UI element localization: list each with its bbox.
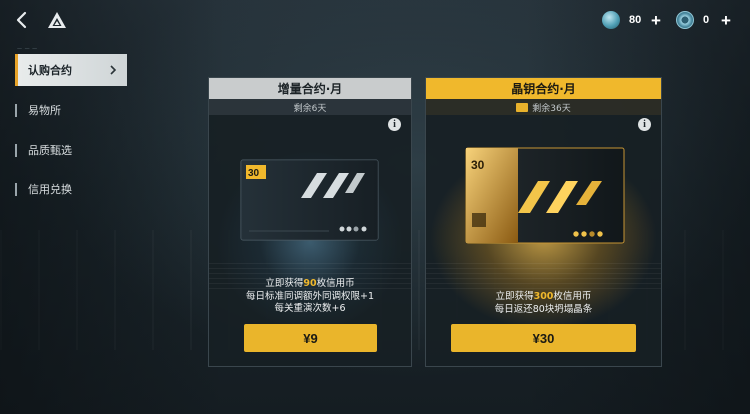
desc-suffix: 枚信用币 — [553, 291, 592, 302]
desc-amount: 90 — [303, 278, 317, 289]
desc-line-2: 每日返还80块坍塌晶条 — [494, 303, 593, 315]
card-days-number: 30 — [248, 168, 260, 179]
card-title: 晶钥合约·月 — [426, 78, 661, 99]
sidebar-item-quality-selection[interactable]: 品质甄选 — [15, 134, 127, 166]
credit-amount: 0 — [703, 14, 710, 26]
info-icon[interactable]: i — [388, 118, 401, 131]
card-remaining: 剩余6天 — [209, 99, 411, 115]
top-bar: 80 + 0 + — [0, 0, 750, 40]
home-button[interactable] — [47, 11, 67, 29]
currency-credit: 0 + — [676, 10, 731, 30]
credit-coin-icon — [676, 11, 694, 29]
card-days-number: 30 — [471, 158, 485, 172]
contract-card-increment: 增量合约·月 剩余6天 i 30 立即获得90枚信用币 每日标准同调额外同调权限… — [208, 77, 412, 367]
sidebar-item-label: 品质甄选 — [28, 144, 72, 157]
card-remaining: 剩余36天 — [532, 103, 571, 114]
sidebar-item-marker — [15, 104, 17, 117]
card-title: 增量合约·月 — [209, 78, 411, 99]
contract-badge-icon — [516, 102, 529, 112]
card-remaining-row: 剩余36天 — [426, 99, 661, 115]
desc-line-2: 每日标准同调额外同调权限+1 — [245, 290, 374, 302]
card-description: 立即获得90枚信用币 每日标准同调额外同调权限+1 每关重演次数+6 — [209, 278, 411, 316]
sidebar: 认购合约 易物所 品质甄选 信用兑换 — [15, 54, 127, 196]
desc-prefix: 立即获得 — [495, 291, 534, 302]
card-description: 立即获得300枚信用币 每日返还80块坍塌晶条 — [426, 291, 661, 316]
desc-line-3: 每关重演次数+6 — [274, 303, 346, 314]
sidebar-item-marker — [15, 144, 17, 157]
sidebar-item-marker — [15, 183, 17, 196]
currency-crystal: 80 + — [602, 10, 661, 30]
chevron-right-icon — [110, 65, 117, 75]
add-credit-button[interactable]: + — [721, 12, 731, 29]
desc-suffix: 枚信用币 — [316, 278, 355, 289]
sidebar-caption-decor: — — — — [17, 46, 38, 52]
sidebar-item-label: 易物所 — [28, 104, 61, 117]
active-indicator — [15, 54, 18, 86]
desc-amount: 300 — [533, 291, 554, 302]
back-button[interactable] — [12, 10, 32, 30]
info-icon[interactable]: i — [638, 118, 651, 131]
chevron-left-icon — [16, 11, 27, 29]
contract-card-crystal-key: 晶钥合约·月 剩余36天 i 30 立即获得300枚信用币 每日返还80块坍塌晶… — [425, 77, 662, 367]
desc-line-1: 立即获得90枚信用币 — [209, 278, 411, 291]
sidebar-item-label: 信用兑换 — [28, 183, 72, 196]
sidebar-item-label: 认购合约 — [28, 64, 72, 77]
sidebar-item-barter-shop[interactable]: 易物所 — [15, 94, 127, 126]
sidebar-item-credit-exchange[interactable]: 信用兑换 — [15, 173, 127, 205]
triangle-logo-icon — [48, 12, 66, 28]
crystal-coin-icon — [602, 11, 620, 29]
desc-line-1: 立即获得300枚信用币 — [426, 291, 661, 304]
sidebar-item-subscription-contract[interactable]: 认购合约 — [15, 54, 127, 86]
desc-prefix: 立即获得 — [265, 278, 304, 289]
add-crystal-button[interactable]: + — [651, 12, 661, 29]
crystal-amount: 80 — [629, 14, 642, 26]
buy-button[interactable]: ¥9 — [244, 324, 377, 352]
buy-button[interactable]: ¥30 — [451, 324, 636, 352]
